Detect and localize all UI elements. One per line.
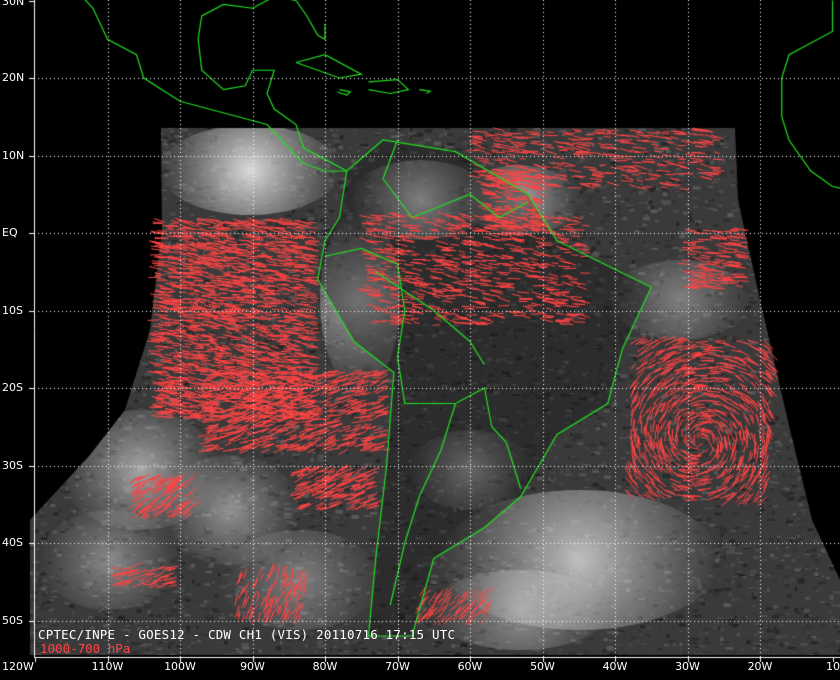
longitude-label: 100W <box>164 660 196 673</box>
pressure-level-label: 1000-700 hPa <box>40 641 131 656</box>
image-caption: CPTEC/INPE - GOES12 - CDW CH1 (VIS) 2011… <box>38 627 456 642</box>
longitude-label: 60W <box>457 660 483 673</box>
latitude-label: 40S <box>2 536 23 549</box>
longitude-label: 40W <box>602 660 628 673</box>
longitude-label: 50W <box>530 660 555 673</box>
latitude-label: 10S <box>2 303 23 317</box>
latitude-label: 20N <box>2 71 25 84</box>
latitude-label: 50S <box>2 613 23 627</box>
latitude-label: 10N <box>2 148 25 162</box>
longitude-label: 70W <box>385 660 410 673</box>
longitude-label: 20W <box>747 660 773 673</box>
longitude-label: 30W <box>675 660 700 673</box>
latitude-label: 30N <box>2 0 25 8</box>
latitude-label: 30S <box>2 458 23 472</box>
longitude-label: 10W <box>826 660 840 673</box>
longitude-label: 90W <box>240 660 265 673</box>
latitude-label: 20S <box>2 381 23 394</box>
longitude-label: 110W <box>91 660 124 673</box>
longitude-label: 120W <box>2 660 34 673</box>
satellite-map <box>0 0 840 680</box>
longitude-label: 80W <box>312 660 338 673</box>
latitude-label: EQ <box>2 226 18 239</box>
